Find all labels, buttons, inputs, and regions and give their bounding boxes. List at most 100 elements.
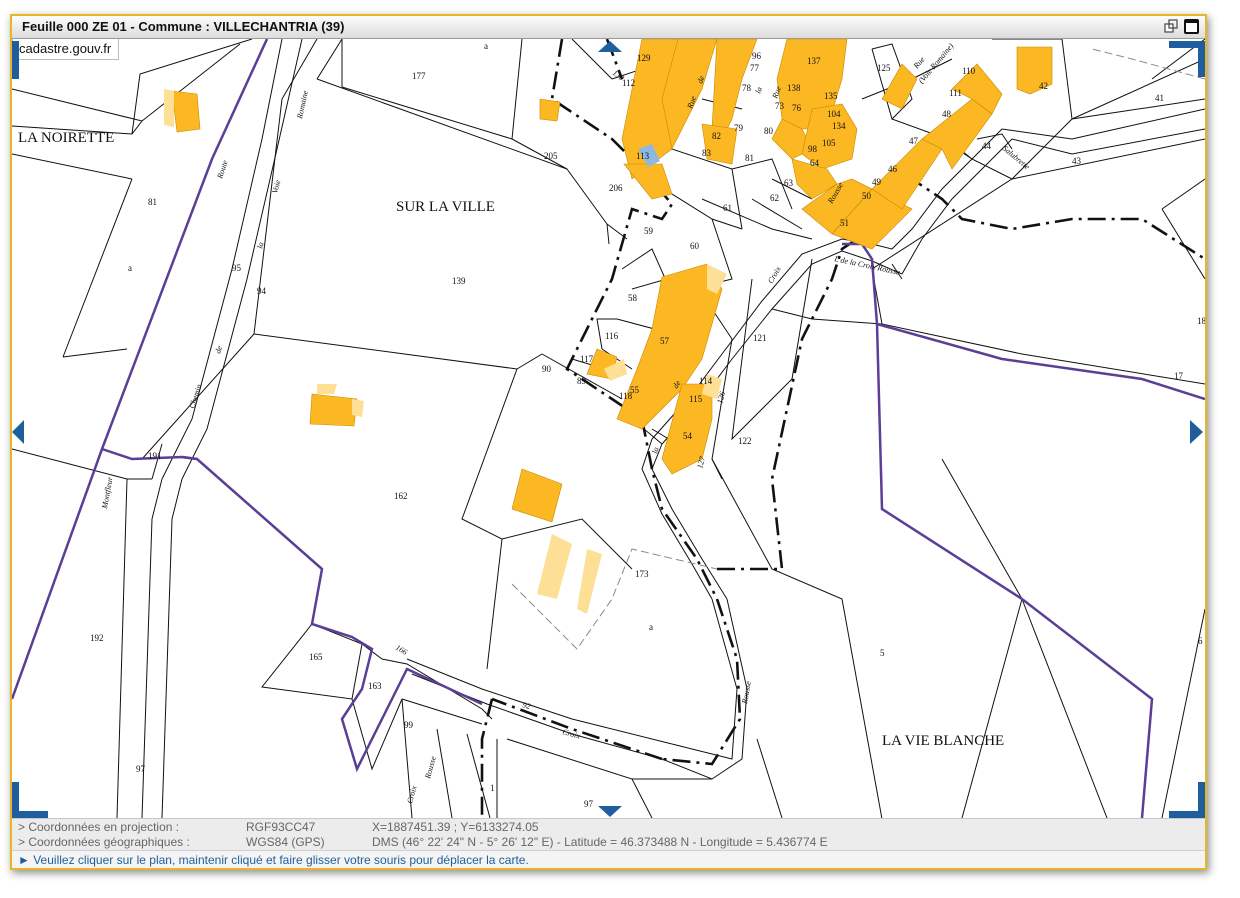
svg-text:Chemin: Chemin	[187, 383, 203, 409]
pan-left-arrow-icon[interactable]	[12, 420, 24, 444]
svg-text:121: 121	[753, 333, 767, 343]
map-source-label: cadastre.gouv.fr	[12, 39, 120, 60]
cadastral-map[interactable]: LA NOIRETTE SUR LA VILLE LA VIE BLANCHE …	[12, 39, 1205, 818]
pan-down-arrow-icon[interactable]	[598, 806, 622, 817]
svg-text:113: 113	[636, 151, 650, 161]
svg-text:58: 58	[628, 293, 638, 303]
svg-text:44: 44	[982, 141, 992, 151]
svg-text:135: 135	[824, 91, 838, 101]
svg-text:110: 110	[962, 66, 976, 76]
svg-text:Route: Route	[215, 159, 230, 181]
svg-text:94: 94	[257, 286, 267, 296]
svg-text:Montfleur: Montfleur	[100, 475, 115, 510]
svg-text:129: 129	[637, 53, 651, 63]
svg-text:115: 115	[689, 394, 703, 404]
drag-hint-bar: ► Veuillez cliquer sur le plan, mainteni…	[12, 850, 1205, 868]
restore-window-icon[interactable]	[1164, 19, 1179, 34]
svg-text:48: 48	[942, 109, 952, 119]
svg-text:134: 134	[832, 121, 846, 131]
svg-text:Rousse: Rousse	[740, 680, 753, 705]
svg-text:Rue: Rue	[911, 55, 927, 71]
svg-text:165: 165	[309, 652, 323, 662]
map-corner-top-left	[12, 41, 19, 79]
svg-text:104: 104	[827, 109, 841, 119]
pan-right-arrow-icon[interactable]	[1190, 420, 1203, 444]
svg-text:82: 82	[712, 131, 721, 141]
svg-text:205: 205	[544, 151, 558, 161]
svg-text:42: 42	[1039, 81, 1048, 91]
svg-text:80: 80	[764, 126, 774, 136]
svg-text:118: 118	[619, 391, 633, 401]
svg-text:78: 78	[742, 83, 752, 93]
maximize-window-icon[interactable]	[1184, 19, 1199, 34]
svg-text:41: 41	[1155, 93, 1164, 103]
svg-text:137: 137	[807, 56, 821, 66]
svg-text:Salubrette: Salubrette	[1001, 144, 1032, 172]
svg-text:126: 126	[715, 391, 727, 405]
svg-text:Rousse: Rousse	[423, 755, 438, 781]
svg-text:122: 122	[738, 436, 752, 446]
svg-text:Croix: Croix	[766, 265, 783, 285]
svg-text:la: la	[650, 446, 660, 454]
svg-text:105: 105	[822, 138, 836, 148]
map-corner-top-right	[1169, 41, 1205, 77]
svg-text:89: 89	[577, 376, 587, 386]
place-la-noirette: LA NOIRETTE	[18, 130, 114, 146]
svg-text:117: 117	[580, 354, 594, 364]
map-canvas[interactable]: LA NOIRETTE SUR LA VILLE LA VIE BLANCHE …	[12, 39, 1205, 818]
svg-text:61: 61	[723, 203, 732, 213]
svg-text:a: a	[649, 622, 653, 632]
projection-system: RGF93CC47	[246, 820, 316, 834]
svg-text:50: 50	[862, 191, 872, 201]
coordinates-panel: > Coordonnées en projection : RGF93CC47 …	[12, 818, 1205, 851]
svg-text:1: 1	[490, 783, 495, 793]
svg-text:192: 192	[90, 633, 104, 643]
svg-text:191: 191	[148, 451, 162, 461]
svg-text:116: 116	[605, 331, 619, 341]
window-title: Feuille 000 ZE 01 - Commune : VILLECHANT…	[22, 19, 345, 34]
svg-text:125: 125	[877, 63, 891, 73]
svg-text:112: 112	[622, 78, 635, 88]
drag-hint-text: ► Veuillez cliquer sur le plan, mainteni…	[18, 853, 529, 867]
svg-text:de: de	[213, 344, 224, 354]
svg-text:79: 79	[734, 123, 744, 133]
svg-text:162: 162	[394, 491, 408, 501]
svg-text:96: 96	[752, 51, 762, 61]
pan-up-arrow-icon[interactable]	[598, 41, 622, 52]
svg-text:57: 57	[660, 336, 670, 346]
svg-text:111: 111	[949, 88, 962, 98]
svg-text:17: 17	[1174, 371, 1184, 381]
svg-text:139: 139	[452, 276, 466, 286]
svg-text:a: a	[484, 41, 488, 51]
svg-text:90: 90	[542, 364, 552, 374]
svg-text:81: 81	[745, 153, 754, 163]
svg-text:59: 59	[644, 226, 654, 236]
projection-label: > Coordonnées en projection :	[18, 820, 180, 834]
cadastre-window: Feuille 000 ZE 01 - Commune : VILLECHANT…	[10, 14, 1207, 870]
svg-text:97: 97	[136, 764, 146, 774]
svg-text:la: la	[753, 86, 764, 95]
geographic-label: > Coordonnées géographiques :	[18, 835, 190, 849]
geographic-system: WGS84 (GPS)	[246, 835, 325, 849]
svg-text:138: 138	[787, 83, 801, 93]
svg-text:206: 206	[609, 183, 623, 193]
svg-text:Croix: Croix	[405, 784, 418, 804]
svg-text:49: 49	[872, 177, 882, 187]
geographic-value: DMS (46° 22' 24" N - 5° 26' 12" E) - Lat…	[372, 835, 828, 849]
window-titlebar[interactable]: Feuille 000 ZE 01 - Commune : VILLECHANT…	[12, 16, 1205, 39]
map-corner-bottom-left	[12, 782, 48, 818]
svg-text:63: 63	[784, 178, 794, 188]
svg-text:97: 97	[584, 799, 594, 809]
svg-text:5: 5	[880, 648, 885, 658]
svg-text:43: 43	[1072, 156, 1082, 166]
svg-text:6: 6	[1198, 636, 1203, 646]
svg-text:73: 73	[775, 101, 785, 111]
svg-text:60: 60	[690, 241, 700, 251]
svg-text:18: 18	[1197, 316, 1205, 326]
svg-text:76: 76	[792, 103, 802, 113]
svg-text:a: a	[128, 263, 132, 273]
svg-text:127: 127	[695, 455, 707, 470]
svg-text:166: 166	[394, 643, 409, 657]
map-corner-bottom-right	[1169, 782, 1205, 818]
svg-text:83: 83	[702, 148, 712, 158]
